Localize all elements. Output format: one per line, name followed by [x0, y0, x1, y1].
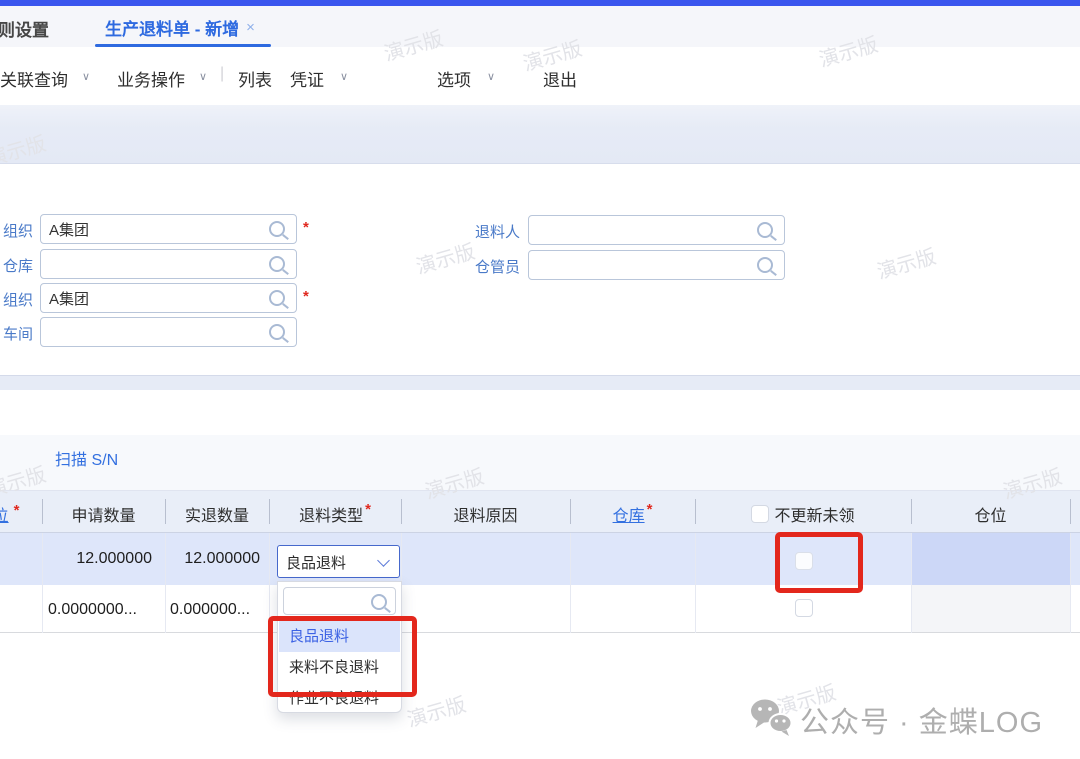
column-label: 不更新未领: [774, 502, 854, 526]
selected-cell[interactable]: [911, 533, 1070, 585]
warehouse-bin-cell[interactable]: [911, 585, 1070, 632]
app-window: 则设置 生产退料单 - 新增 × 关联查询 ∨ 业务操作 ∨ | 列表 凭证 ∨…: [0, 0, 1080, 759]
wechat-icon: [750, 698, 794, 736]
toolbar-band: [0, 105, 1080, 164]
column-label: 实退数量: [185, 502, 249, 526]
gridline: [695, 533, 696, 633]
column-apply-qty[interactable]: 申请数量: [42, 502, 165, 526]
menu-divider: |: [220, 65, 224, 83]
dropdown-search-box[interactable]: [283, 587, 396, 615]
field-label-storekeeper: 仓管员: [475, 256, 520, 277]
column-divider: [570, 499, 571, 524]
dropdown-search-input[interactable]: [288, 590, 370, 612]
column-warehouse-bin[interactable]: 仓位: [911, 502, 1070, 526]
org2-field[interactable]: [40, 283, 297, 313]
return-type-select[interactable]: 良品退料: [277, 545, 400, 578]
required-mark: *: [365, 501, 371, 518]
search-icon[interactable]: [269, 221, 285, 237]
column-link-label[interactable]: 位: [0, 502, 9, 526]
required-mark: *: [647, 501, 653, 518]
gridline: [1070, 533, 1071, 633]
gridline: [42, 533, 43, 633]
required-mark: *: [303, 288, 309, 305]
search-icon[interactable]: [269, 324, 285, 340]
gridline: [570, 533, 571, 633]
column-divider: [1070, 499, 1071, 524]
menu-related-query[interactable]: 关联查询: [0, 66, 68, 91]
search-icon[interactable]: [269, 290, 285, 306]
actual-qty-value[interactable]: 12.000000: [165, 550, 260, 568]
column-return-reason[interactable]: 退料原因: [401, 502, 570, 526]
header-checkbox[interactable]: [751, 505, 769, 523]
field-label-org2: 组织: [3, 289, 33, 310]
workshop-field[interactable]: [40, 317, 297, 347]
menu-options[interactable]: 选项: [437, 66, 471, 91]
column-actual-qty[interactable]: 实退数量: [165, 502, 269, 526]
field-label-workshop: 车间: [3, 323, 33, 344]
column-label: 退料类型: [299, 502, 363, 526]
demo-watermark: 演示版: [412, 235, 478, 279]
menu-list[interactable]: 列表: [238, 66, 272, 91]
chevron-down-icon[interactable]: ∨: [487, 70, 495, 83]
chevron-down-icon: [377, 554, 390, 567]
column-divider: [42, 499, 43, 524]
scan-strip: [0, 435, 1080, 490]
field-label-returner: 退料人: [475, 221, 520, 242]
highlight-box-checkbox: [775, 532, 863, 593]
column-label: 仓位: [974, 502, 1006, 526]
required-mark: *: [14, 502, 20, 519]
gridline: [165, 533, 166, 633]
column-label: 申请数量: [71, 502, 135, 526]
tab-production-return-new[interactable]: 生产退料单 - 新增 ×: [105, 15, 255, 40]
no-update-checkbox[interactable]: [795, 599, 813, 617]
apply-qty-value[interactable]: 0.0000000...: [48, 601, 137, 619]
column-label: 退料原因: [453, 502, 517, 526]
menu-voucher[interactable]: 凭证: [290, 66, 324, 91]
return-type-value: 良品退料: [286, 552, 346, 573]
field-label-org1: 组织: [3, 220, 33, 241]
chevron-down-icon[interactable]: ∨: [82, 70, 90, 83]
returner-field[interactable]: [528, 215, 785, 245]
column-link-label[interactable]: 仓库: [613, 502, 645, 526]
storekeeper-field[interactable]: [528, 250, 785, 280]
column-no-update-unclaimed[interactable]: 不更新未领: [695, 502, 911, 526]
highlight-box-options: [268, 616, 417, 697]
demo-watermark: 演示版: [873, 240, 939, 284]
required-mark: *: [303, 219, 309, 236]
search-icon[interactable]: [757, 222, 773, 238]
search-icon[interactable]: [757, 257, 773, 273]
search-icon[interactable]: [371, 594, 387, 610]
warehouse-field[interactable]: [40, 249, 297, 279]
tab-active-label: 生产退料单 - 新增: [105, 15, 239, 40]
column-bin-cut[interactable]: 位 *: [0, 502, 18, 526]
actual-qty-value[interactable]: 0.000000...: [170, 601, 250, 619]
gridline: [911, 533, 912, 633]
brand-watermark-text: 公众号 · 金蝶LOG: [800, 699, 1043, 741]
column-divider: [911, 499, 912, 524]
org1-field[interactable]: [40, 214, 297, 244]
column-warehouse[interactable]: 仓库 *: [570, 502, 695, 526]
menu-business-operation[interactable]: 业务操作: [117, 66, 185, 91]
chevron-down-icon[interactable]: ∨: [340, 70, 348, 83]
tab-rule-settings[interactable]: 则设置: [0, 16, 49, 41]
column-divider: [269, 499, 270, 524]
column-return-type[interactable]: 退料类型 *: [269, 502, 401, 526]
apply-qty-value[interactable]: 12.000000: [42, 550, 152, 568]
search-icon[interactable]: [269, 256, 285, 272]
tab-close-icon[interactable]: ×: [246, 19, 255, 36]
chevron-down-icon[interactable]: ∨: [199, 70, 207, 83]
column-divider: [695, 499, 696, 524]
active-tab-underline: [95, 44, 271, 47]
section-divider-band: [0, 375, 1080, 390]
column-divider: [401, 499, 402, 524]
field-label-warehouse: 仓库: [3, 255, 33, 276]
column-divider: [165, 499, 166, 524]
scan-sn-link[interactable]: 扫描 S/N: [55, 446, 118, 470]
